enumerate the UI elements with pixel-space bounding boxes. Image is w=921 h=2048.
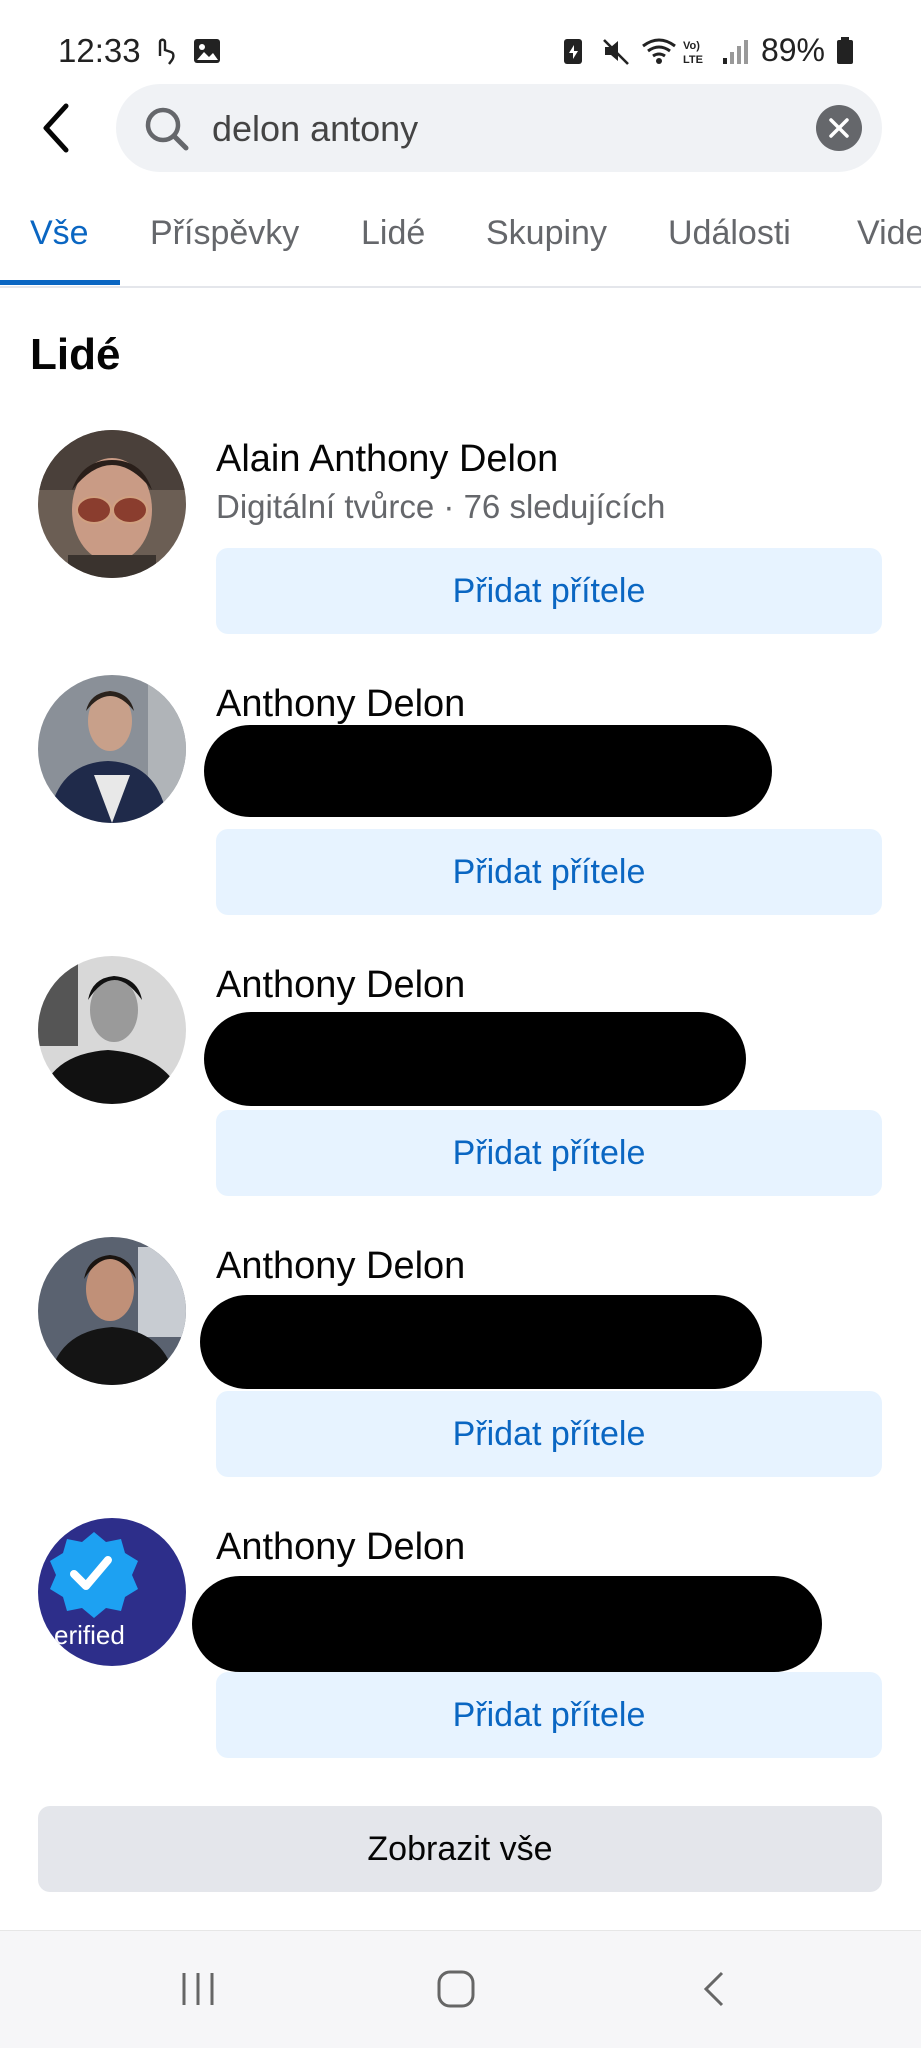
status-time: 12:33 <box>58 32 141 69</box>
person-name[interactable]: Anthony Delon <box>216 964 465 1007</box>
clear-search-button[interactable] <box>816 105 862 151</box>
back-arrow-icon <box>43 103 69 153</box>
redaction-mark <box>192 1576 822 1672</box>
redaction-mark <box>204 725 772 817</box>
person-result: Anthony Delon Přidat přítele <box>0 675 921 935</box>
person-name[interactable]: Anthony Delon <box>216 683 465 726</box>
avatar[interactable] <box>38 1237 186 1385</box>
battery-saver-icon <box>561 36 591 66</box>
avatar[interactable]: erified <box>38 1518 186 1666</box>
battery-icon <box>835 36 865 66</box>
home-button[interactable] <box>436 1969 476 2014</box>
show-all-button[interactable]: Zobrazit vše <box>38 1806 882 1892</box>
filter-tabs: Vše Příspěvky Lidé Skupiny Události Vide <box>0 200 921 288</box>
nav-back-button[interactable] <box>700 1969 730 2014</box>
search-input[interactable]: delon antony <box>116 84 882 172</box>
tab-udalosti[interactable]: Události <box>668 214 791 253</box>
person-name[interactable]: Anthony Delon <box>216 1245 465 1288</box>
add-friend-label: Přidat přítele <box>452 853 646 891</box>
tab-prispevky[interactable]: Příspěvky <box>150 214 299 253</box>
tab-vse[interactable]: Vše <box>30 214 89 253</box>
system-nav-bar <box>0 1930 921 2048</box>
recent-apps-icon <box>182 1973 214 2005</box>
redaction-mark <box>204 1012 746 1106</box>
touch-icon <box>150 36 180 66</box>
avatar[interactable] <box>38 675 186 823</box>
back-icon <box>703 1971 724 2007</box>
avatar[interactable] <box>38 430 186 578</box>
image-icon <box>192 36 222 66</box>
recent-apps-button[interactable] <box>178 1969 218 2014</box>
battery-percent: 89% <box>760 32 825 68</box>
search-icon <box>144 106 190 157</box>
status-bar: 12:33 Vo) LTE 89% <box>0 0 921 80</box>
person-result: Anthony Delon Přidat přítele <box>0 956 921 1216</box>
close-icon <box>829 118 849 138</box>
add-friend-label: Přidat přítele <box>452 1415 646 1453</box>
section-title: Lidé <box>30 330 121 379</box>
person-subtitle: Digitální tvůrce · 76 sledujících <box>216 488 666 525</box>
tab-skupiny[interactable]: Skupiny <box>486 214 607 253</box>
add-friend-label: Přidat přítele <box>452 1696 646 1734</box>
tab-lide[interactable]: Lidé <box>361 214 425 253</box>
add-friend-button[interactable]: Přidat přítele <box>216 829 882 915</box>
person-name[interactable]: Anthony Delon <box>216 1526 465 1569</box>
add-friend-button[interactable]: Přidat přítele <box>216 1110 882 1196</box>
mute-icon <box>601 36 631 66</box>
add-friend-button[interactable]: Přidat přítele <box>216 1391 882 1477</box>
svg-text:LTE: LTE <box>683 54 703 66</box>
active-tab-indicator <box>0 280 120 285</box>
svg-text:Vo): Vo) <box>683 40 700 52</box>
add-friend-button[interactable]: Přidat přítele <box>216 1672 882 1758</box>
signal-icon <box>721 36 751 66</box>
avatar-text: erified <box>54 1620 125 1650</box>
show-all-label: Zobrazit vše <box>367 1830 553 1868</box>
home-icon <box>437 1970 475 2008</box>
search-query: delon antony <box>212 108 419 149</box>
back-button[interactable] <box>36 100 76 156</box>
avatar[interactable] <box>38 956 186 1104</box>
person-result: Anthony Delon Přidat přítele <box>0 1237 921 1497</box>
person-result: Alain Anthony Delon Digitální tvůrce · 7… <box>0 430 921 690</box>
person-name[interactable]: Alain Anthony Delon <box>216 438 558 481</box>
add-friend-button[interactable]: Přidat přítele <box>216 548 882 634</box>
volte-icon: Vo) LTE <box>681 36 711 66</box>
wifi-icon <box>641 36 676 66</box>
tab-videa[interactable]: Vide <box>857 214 921 253</box>
person-result: erified Anthony Delon Přidat přítele <box>0 1518 921 1778</box>
add-friend-label: Přidat přítele <box>452 572 646 610</box>
redaction-mark <box>200 1295 762 1389</box>
add-friend-label: Přidat přítele <box>452 1134 646 1172</box>
